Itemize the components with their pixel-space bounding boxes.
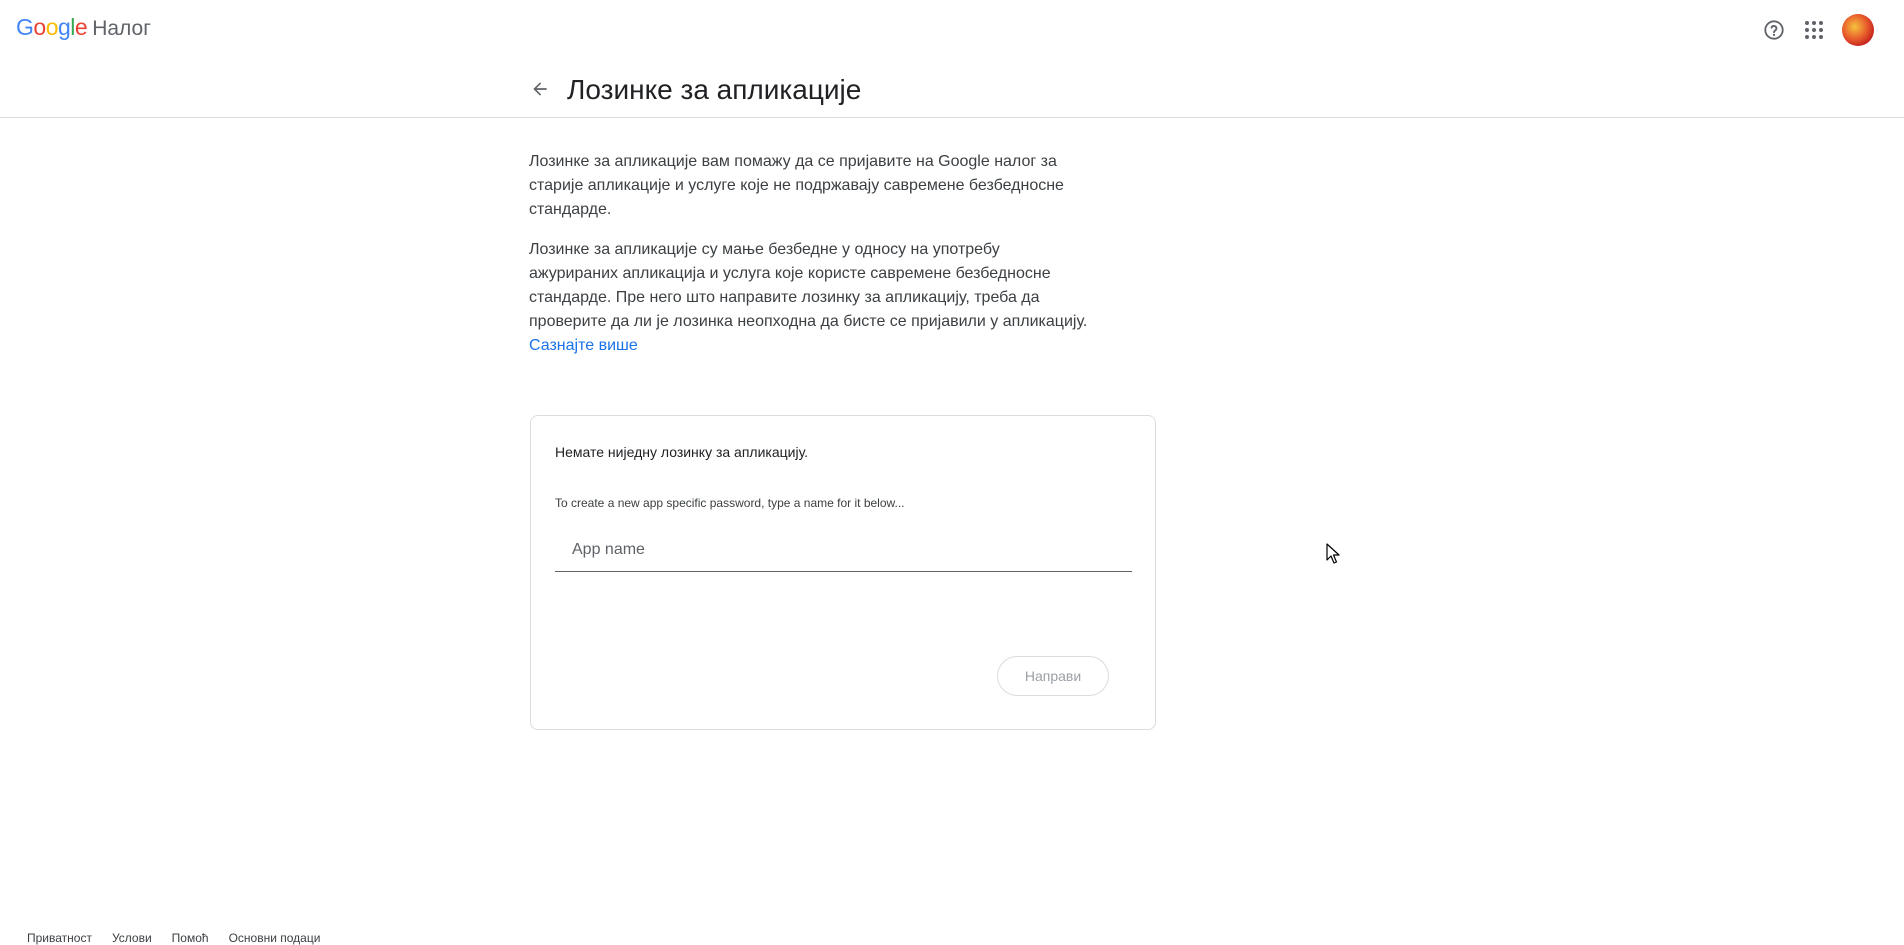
description-paragraph-2: Лозинке за апликације су мање безбедне у… bbox=[529, 241, 1088, 330]
google-logo: Google bbox=[16, 14, 88, 41]
help-button[interactable] bbox=[1754, 14, 1794, 46]
sub-header: Лозинке за апликације bbox=[0, 60, 1904, 118]
page-title: Лозинке за апликације bbox=[567, 74, 862, 105]
logo-letter-4: g bbox=[57, 14, 71, 40]
logo-letter-1: G bbox=[16, 14, 34, 40]
top-actions bbox=[1754, 14, 1874, 46]
footer-link-privacy[interactable]: Приватност bbox=[27, 931, 92, 945]
avatar[interactable] bbox=[1842, 14, 1874, 46]
create-hint: To create a new app specific password, t… bbox=[555, 496, 905, 510]
product-name: Налог bbox=[92, 17, 151, 40]
apps-grid-icon bbox=[1805, 21, 1823, 39]
mouse-cursor-icon bbox=[1326, 543, 1340, 564]
description-paragraph-1: Лозинке за апликације вам помажу да се п… bbox=[529, 153, 1064, 218]
app-name-input[interactable] bbox=[555, 528, 1132, 571]
empty-state-message: Немате ниједну лозинку за апликацију. bbox=[555, 444, 809, 460]
top-bar: Google Налог bbox=[0, 0, 1904, 60]
footer-link-help[interactable]: Помоћ bbox=[172, 931, 209, 945]
app-passwords-card: Немате ниједну лозинку за апликацију. To… bbox=[530, 415, 1156, 730]
logo-letter-3: o bbox=[45, 14, 59, 40]
page: Google Налог Лозинке за апликације Лозин… bbox=[0, 0, 1904, 945]
create-button[interactable]: Направи bbox=[997, 656, 1109, 696]
footer-link-terms[interactable]: Услови bbox=[112, 931, 152, 945]
learn-more-link[interactable]: Сазнајте више bbox=[529, 334, 638, 358]
apps-button[interactable] bbox=[1794, 14, 1834, 46]
brand[interactable]: Google Налог bbox=[16, 14, 151, 41]
arrow-left-icon bbox=[533, 82, 547, 96]
footer: Приватност Услови Помоћ Основни подаци bbox=[27, 931, 340, 945]
footer-link-about[interactable]: Основни подаци bbox=[229, 931, 321, 945]
app-name-field bbox=[555, 528, 1132, 572]
description: Лозинке за апликације вам помажу да се п… bbox=[529, 150, 1089, 358]
back-button[interactable] bbox=[525, 74, 555, 104]
logo-letter-6: e bbox=[74, 14, 88, 40]
logo-letter-2: o bbox=[33, 14, 46, 40]
help-icon bbox=[1764, 20, 1784, 40]
